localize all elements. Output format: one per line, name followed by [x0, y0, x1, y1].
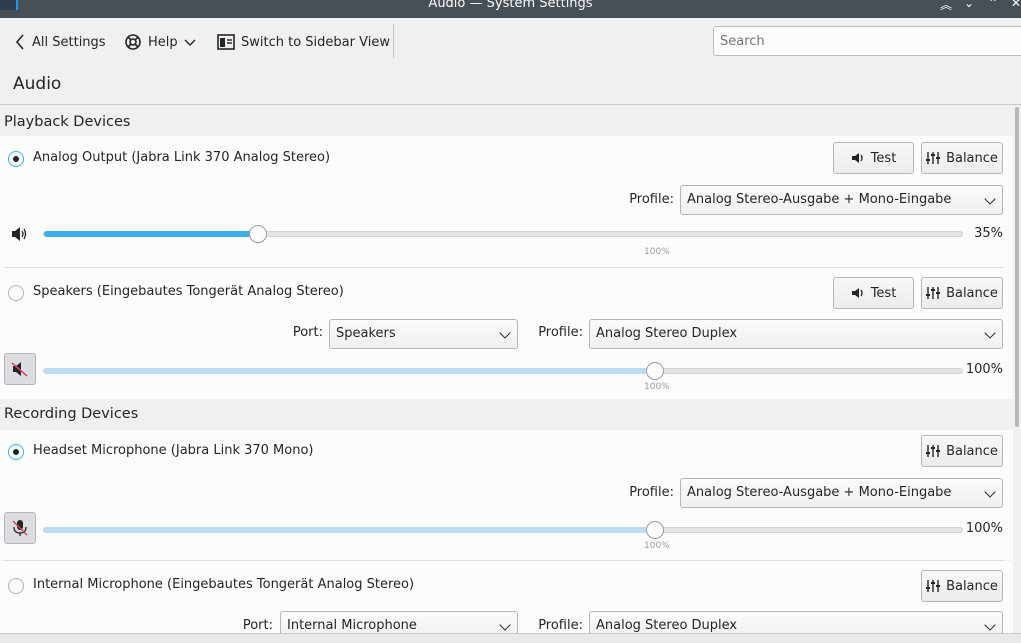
balance-button[interactable]: Balance	[921, 435, 1003, 467]
port-label: Port:	[292, 325, 323, 340]
maximize-icon[interactable]: ⌃	[988, 0, 998, 10]
playback-devices-header: Playback Devices	[0, 107, 1013, 138]
port-label: Port:	[242, 618, 273, 633]
device-default-radio[interactable]	[8, 578, 24, 594]
volume-slider-handle[interactable]	[248, 225, 267, 243]
volume-slider-fill	[44, 368, 655, 374]
playback-device-analog-output: Analog Output (Jabra Link 370 Analog Ste…	[0, 136, 1013, 268]
device-name: Headset Microphone (Jabra Link 370 Mono)	[33, 443, 314, 458]
profile-label: Profile:	[538, 618, 583, 633]
profile-value: Analog Stereo Duplex	[596, 618, 738, 633]
hundred-percent-mark: 100%	[644, 247, 670, 257]
balance-label: Balance	[946, 578, 998, 594]
profile-select[interactable]: Analog Stereo-Ausgabe + Mono-Eingabe	[680, 478, 1003, 508]
volume-percent: 35%	[974, 226, 1003, 241]
vertical-scrollbar[interactable]	[1013, 105, 1021, 643]
playback-device-speakers: Speakers (Eingebautes Tongerät Analog St…	[0, 268, 1013, 399]
microphone-muted-icon	[12, 520, 28, 536]
volume-slider-handle[interactable]	[645, 521, 664, 539]
hundred-percent-mark: 100%	[644, 382, 670, 392]
balance-button[interactable]: Balance	[921, 570, 1003, 602]
recording-device-headset-mic: Headset Microphone (Jabra Link 370 Mono)…	[0, 430, 1013, 560]
toolbar: All Settings Help Switch to Sidebar View	[0, 18, 1021, 66]
help-menu-button[interactable]: Help	[124, 32, 196, 52]
scrollbar-thumb[interactable]	[1015, 107, 1019, 427]
balance-label: Balance	[946, 443, 998, 459]
device-default-radio[interactable]	[8, 444, 24, 460]
device-name: Analog Output (Jabra Link 370 Analog Ste…	[33, 150, 331, 165]
help-label: Help	[148, 34, 178, 50]
test-button[interactable]: Test	[833, 277, 914, 309]
chevron-down-icon	[984, 327, 996, 339]
mute-button[interactable]	[4, 218, 36, 250]
speaker-icon	[851, 288, 863, 298]
profile-label: Profile:	[538, 325, 583, 340]
mute-button[interactable]	[4, 353, 36, 385]
chevron-down-icon	[184, 39, 196, 46]
back-arrow-icon	[15, 34, 24, 50]
chevron-down-icon	[984, 193, 996, 205]
mute-button[interactable]	[4, 512, 36, 544]
profile-value: Analog Stereo Duplex	[596, 326, 738, 341]
chevron-down-icon	[984, 486, 996, 498]
volume-slider[interactable]	[43, 521, 963, 539]
test-button[interactable]: Test	[833, 142, 914, 174]
device-default-radio[interactable]	[8, 285, 24, 301]
chevron-down-icon	[499, 327, 511, 339]
window-titlebar: Audio — System Settings ︽ ⌄ ⌃ ✕	[0, 0, 1021, 18]
keep-above-icon[interactable]: ︽	[940, 0, 952, 13]
all-settings-button[interactable]: All Settings	[14, 32, 106, 52]
test-label: Test	[870, 285, 897, 301]
window-title: Audio — System Settings	[428, 0, 593, 11]
bottom-button-bar	[0, 633, 1021, 643]
audio-settings-content: Playback Devices Analog Output (Jabra Li…	[0, 105, 1013, 643]
balance-label: Balance	[946, 285, 998, 301]
device-name: Internal Microphone (Eingebautes Tongerä…	[33, 577, 415, 592]
all-settings-label: All Settings	[32, 34, 106, 50]
balance-label: Balance	[946, 150, 998, 166]
volume-slider-handle[interactable]	[645, 362, 664, 380]
search-input[interactable]	[713, 26, 1021, 56]
volume-slider[interactable]	[43, 225, 963, 243]
toolbar-separator	[393, 24, 394, 58]
port-select[interactable]: Speakers	[329, 319, 518, 349]
volume-slider-fill	[44, 231, 258, 237]
balance-button[interactable]: Balance	[921, 142, 1003, 174]
port-value: Speakers	[336, 326, 396, 341]
recording-devices-header: Recording Devices	[0, 399, 1013, 430]
volume-slider-fill	[44, 527, 655, 533]
device-name: Speakers (Eingebautes Tongerät Analog St…	[33, 284, 344, 299]
profile-value: Analog Stereo-Ausgabe + Mono-Eingabe	[687, 192, 952, 207]
chevron-down-icon	[984, 619, 996, 631]
switch-sidebar-view-label: Switch to Sidebar View	[241, 34, 390, 50]
volume-slider[interactable]	[43, 362, 963, 380]
device-default-radio[interactable]	[8, 151, 24, 167]
hundred-percent-mark: 100%	[644, 541, 670, 551]
speaker-icon	[851, 153, 863, 163]
equalizer-icon	[926, 287, 941, 299]
minimize-icon[interactable]: ⌄	[964, 0, 974, 10]
profile-value: Analog Stereo-Ausgabe + Mono-Eingabe	[687, 485, 952, 500]
switch-sidebar-view-button[interactable]: Switch to Sidebar View	[217, 32, 390, 52]
chevron-down-icon	[499, 619, 511, 631]
port-value: Internal Microphone	[287, 618, 417, 633]
sidebar-view-icon	[217, 34, 235, 50]
profile-select[interactable]: Analog Stereo-Ausgabe + Mono-Eingabe	[680, 185, 1003, 215]
equalizer-icon	[926, 152, 941, 164]
speaker-muted-icon	[11, 362, 28, 377]
test-label: Test	[870, 150, 897, 166]
profile-select[interactable]: Analog Stereo Duplex	[589, 319, 1003, 349]
close-icon[interactable]: ✕	[1011, 0, 1021, 10]
balance-button[interactable]: Balance	[921, 277, 1003, 309]
recording-device-internal-mic: Internal Microphone (Eingebautes Tongerä…	[0, 561, 1013, 643]
help-lifebuoy-icon	[125, 34, 141, 50]
volume-percent: 100%	[965, 521, 1003, 536]
profile-label: Profile:	[629, 192, 674, 207]
equalizer-icon	[926, 445, 941, 457]
equalizer-icon	[926, 580, 941, 592]
volume-percent: 100%	[965, 362, 1003, 377]
profile-label: Profile:	[629, 485, 674, 500]
speaker-volume-icon	[12, 227, 27, 241]
page-title: Audio	[13, 74, 62, 94]
